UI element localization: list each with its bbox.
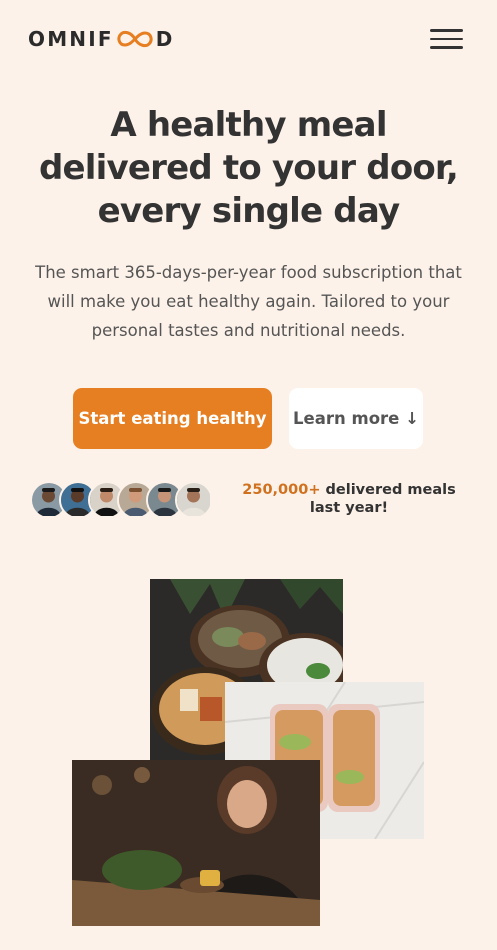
delivered-meals-label: delivered meals last year! — [309, 482, 456, 516]
avatar — [175, 481, 213, 519]
hero-description: The smart 365-days-per-year food subscri… — [35, 263, 462, 340]
hero-title-line: every single day — [97, 191, 400, 231]
hero-title-line: A healthy meal — [110, 105, 387, 145]
hero-title: A healthy meal delivered to your door, e… — [0, 104, 497, 233]
menu-line — [430, 29, 463, 32]
omnifood-logo[interactable]: OMNIF D — [28, 26, 175, 52]
menu-line — [430, 46, 463, 49]
woman-eating-photo — [72, 760, 320, 926]
hamburger-menu-icon[interactable] — [430, 29, 464, 49]
logo-text-left: OMNIF — [28, 27, 114, 51]
hero-title-line: delivered to your door, — [38, 148, 459, 188]
learn-more-button[interactable]: Learn more ↓ — [289, 388, 423, 449]
delivered-meals-text: 250,000+ delivered meals last year! — [232, 481, 466, 517]
start-eating-button[interactable]: Start eating healthy — [73, 388, 272, 449]
infinity-logo-icon — [117, 30, 153, 48]
delivered-meals-count: 250,000+ — [242, 482, 321, 498]
menu-line — [430, 37, 463, 41]
site-header: OMNIF D — [0, 0, 497, 78]
logo-text-right: D — [155, 27, 175, 51]
